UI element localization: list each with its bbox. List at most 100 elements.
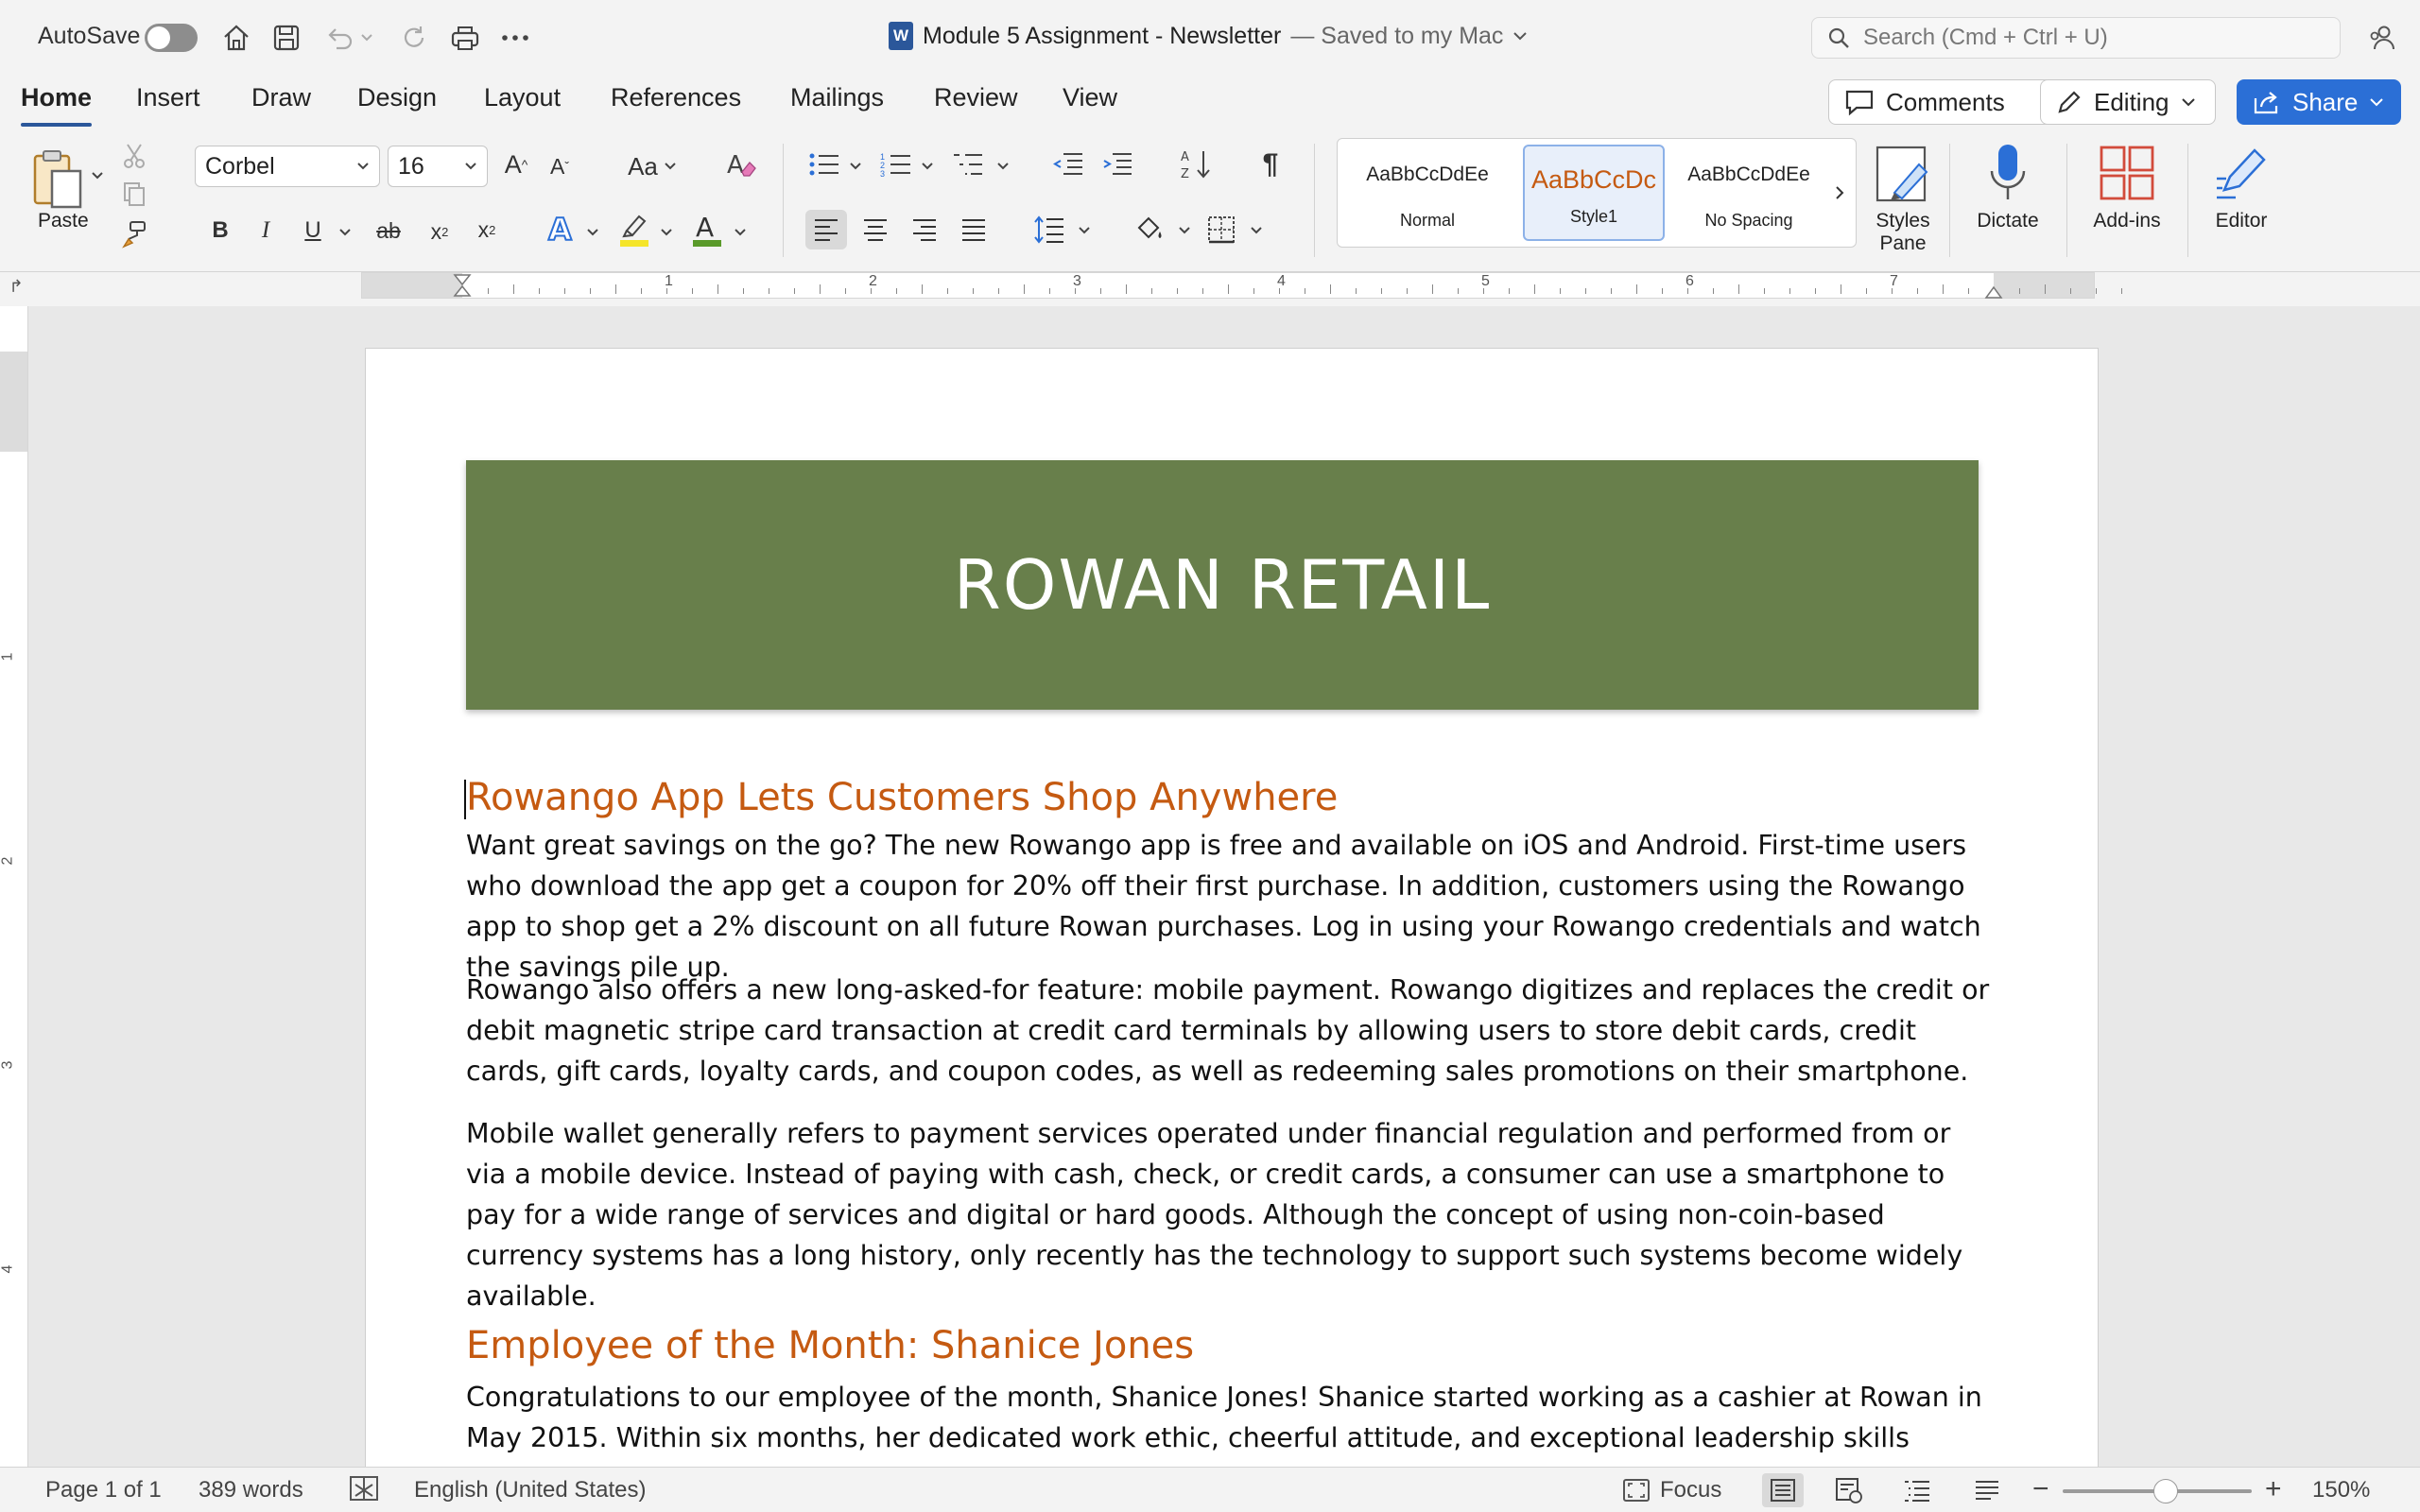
multilevel-list-icon[interactable] [949, 147, 987, 181]
web-layout-view-button[interactable] [1828, 1473, 1870, 1507]
borders-chevron-icon[interactable] [1248, 221, 1265, 240]
shading-chevron-icon[interactable] [1176, 221, 1193, 240]
zoom-in-icon[interactable]: + [2265, 1473, 2282, 1505]
underline-chevron-icon[interactable] [337, 223, 354, 242]
font-color-chevron-icon[interactable] [732, 223, 749, 242]
align-left-button[interactable] [805, 210, 847, 249]
home-icon[interactable] [217, 19, 255, 57]
decrease-indent-icon[interactable] [1049, 147, 1087, 181]
search-input[interactable]: Search (Cmd + Ctrl + U) [1811, 17, 2341, 59]
outline-view-button[interactable] [1896, 1473, 1938, 1507]
draft-view-button[interactable] [1966, 1473, 2008, 1507]
clear-formatting-icon[interactable]: A [722, 146, 760, 183]
subscript-button[interactable]: x2 [424, 214, 456, 249]
show-formatting-marks-icon[interactable]: ¶ [1253, 146, 1288, 183]
underline-button[interactable]: U [299, 214, 327, 248]
italic-button[interactable]: I [251, 214, 280, 248]
share-people-icon[interactable] [2363, 19, 2401, 57]
newsletter-banner[interactable]: ROWAN RETAIL [466, 460, 1979, 710]
undo-icon[interactable] [321, 19, 359, 57]
multilevel-chevron-icon[interactable] [994, 157, 1011, 176]
paste-button[interactable] [25, 144, 93, 215]
paragraph-3[interactable]: Mobile wallet generally refers to paymen… [466, 1113, 1997, 1316]
increase-indent-icon[interactable] [1098, 147, 1136, 181]
save-icon[interactable] [268, 19, 305, 57]
heading-employee-of-month[interactable]: Employee of the Month: Shanice Jones [466, 1324, 1997, 1367]
strikethrough-button[interactable]: ab [371, 214, 406, 248]
gallery-next-chevron-icon[interactable] [1829, 177, 1850, 209]
format-painter-icon[interactable] [119, 219, 149, 249]
style-style1[interactable]: AaBbCcDc Style1 [1523, 145, 1665, 241]
zoom-level[interactable]: 150% [2312, 1477, 2370, 1503]
zoom-out-icon[interactable]: − [2032, 1473, 2049, 1505]
paragraph-4[interactable]: Congratulations to our employee of the m… [466, 1377, 1997, 1467]
language-indicator[interactable]: English (United States) [414, 1477, 646, 1503]
bold-button[interactable]: B [206, 214, 234, 248]
focus-button[interactable]: Focus [1622, 1477, 1721, 1503]
align-center-button[interactable] [855, 210, 896, 249]
document-title[interactable]: W Module 5 Assignment - Newsletter — Sav… [889, 22, 1528, 50]
line-spacing-icon[interactable] [1030, 210, 1068, 249]
shrink-font-icon[interactable]: Aˇ [543, 147, 577, 185]
font-color-icon[interactable]: A [690, 210, 724, 249]
document-canvas[interactable]: ROWAN RETAIL Rowango App Lets Customers … [28, 306, 2420, 1467]
line-spacing-chevron-icon[interactable] [1076, 221, 1093, 240]
styles-pane-button[interactable]: Styles Pane [1860, 140, 1945, 255]
tab-selector-icon[interactable]: ↱ [6, 276, 26, 297]
print-layout-view-button[interactable] [1762, 1473, 1804, 1507]
proofing-icon[interactable] [348, 1473, 380, 1503]
align-right-button[interactable] [904, 210, 945, 249]
tab-insert[interactable]: Insert [136, 83, 200, 125]
paragraph-2[interactable]: Rowango also offers a new long-asked-for… [466, 970, 1997, 1091]
autosave-toggle[interactable] [145, 24, 198, 52]
tab-review[interactable]: Review [934, 83, 1018, 125]
horizontal-ruler[interactable]: 1 2 3 4 5 6 7 [361, 272, 2122, 300]
shading-icon[interactable] [1131, 210, 1168, 249]
undo-dropdown-chevron-icon[interactable] [357, 19, 376, 57]
tab-design[interactable]: Design [357, 83, 437, 125]
highlight-chevron-icon[interactable] [658, 223, 675, 242]
paste-options-chevron-icon[interactable] [89, 166, 106, 185]
page-count[interactable]: Page 1 of 1 [45, 1477, 162, 1503]
dictate-button[interactable]: Dictate [1964, 140, 2051, 232]
tab-view[interactable]: View [1063, 83, 1117, 125]
borders-icon[interactable] [1202, 210, 1240, 249]
highlight-icon[interactable] [616, 210, 652, 249]
redo-icon[interactable] [395, 19, 433, 57]
sort-icon[interactable]: AZ [1176, 146, 1216, 183]
font-name-select[interactable]: Corbel [195, 146, 380, 187]
superscript-button[interactable]: x2 [471, 212, 503, 248]
change-case-icon[interactable]: Aa [622, 147, 683, 185]
addins-button[interactable]: Add-ins [2080, 140, 2174, 232]
tab-draw[interactable]: Draw [251, 83, 311, 125]
vertical-ruler[interactable]: 1 2 3 4 [0, 306, 28, 1467]
bullets-chevron-icon[interactable] [847, 157, 864, 176]
cut-icon[interactable] [119, 142, 149, 170]
paragraph-1[interactable]: Want great savings on the go? The new Ro… [466, 825, 1997, 988]
style-normal[interactable]: AaBbCcDdEe Normal [1357, 145, 1498, 241]
word-count[interactable]: 389 words [199, 1477, 303, 1503]
font-size-select[interactable]: 16 [388, 146, 488, 187]
bullets-icon[interactable] [805, 147, 843, 181]
grow-font-icon[interactable]: A ^ [499, 146, 533, 183]
editor-button[interactable]: Editor [2199, 140, 2284, 232]
numbering-chevron-icon[interactable] [919, 157, 936, 176]
justify-button[interactable] [953, 210, 994, 249]
text-effects-chevron-icon[interactable] [584, 223, 601, 242]
right-indent-marker-icon[interactable] [1984, 284, 2005, 300]
more-icon[interactable] [496, 19, 534, 57]
text-effects-icon[interactable]: A [544, 210, 579, 249]
numbering-icon[interactable]: 123 [877, 147, 915, 181]
editing-button[interactable]: Editing [2040, 79, 2216, 125]
print-icon[interactable] [446, 19, 484, 57]
comments-button[interactable]: Comments [1828, 79, 2053, 125]
share-button[interactable]: Share [2237, 79, 2401, 125]
document-page[interactable]: ROWAN RETAIL Rowango App Lets Customers … [365, 348, 2099, 1467]
tab-mailings[interactable]: Mailings [790, 83, 884, 125]
style-no-spacing[interactable]: AaBbCcDdEe No Spacing [1678, 145, 1820, 241]
heading-rowango-app[interactable]: Rowango App Lets Customers Shop Anywhere [466, 776, 1997, 819]
indent-marker-icon[interactable] [453, 273, 474, 311]
zoom-slider-thumb[interactable] [2153, 1479, 2178, 1503]
tab-references[interactable]: References [611, 83, 741, 125]
tab-layout[interactable]: Layout [484, 83, 561, 125]
